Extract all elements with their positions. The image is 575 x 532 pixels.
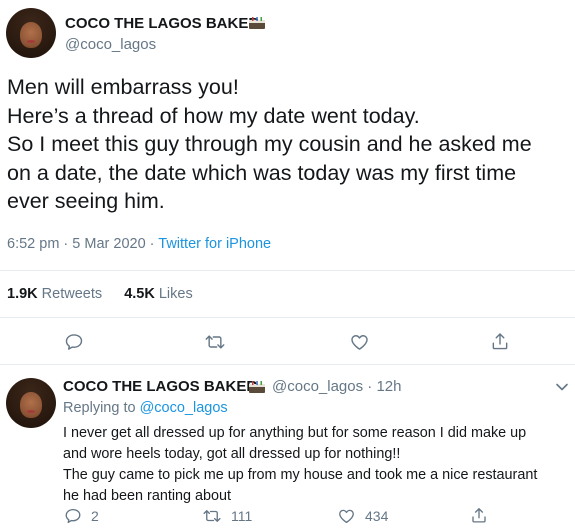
tweet-source[interactable]: Twitter for iPhone bbox=[158, 236, 271, 252]
share-icon bbox=[492, 333, 508, 350]
retweet-button[interactable] bbox=[204, 332, 226, 352]
tweet-line: So I meet this guy through my cousin and… bbox=[7, 132, 532, 156]
reply-button[interactable]: 2 bbox=[64, 507, 99, 525]
reply-line: he had been ranting about bbox=[63, 488, 232, 504]
avatar[interactable] bbox=[6, 378, 56, 428]
retweets-count: 1.9K bbox=[7, 286, 38, 302]
replying-to: Replying to @coco_lagos bbox=[63, 400, 228, 416]
reply-author-name[interactable]: COCO THE LAGOS BAKER bbox=[63, 378, 257, 395]
share-button[interactable] bbox=[470, 506, 488, 525]
like-count: 434 bbox=[365, 508, 389, 524]
share-button[interactable] bbox=[490, 331, 510, 352]
likes-stat[interactable]: 4.5K Likes bbox=[124, 286, 193, 302]
tweet-line: Here’s a thread of how my date went toda… bbox=[7, 103, 420, 128]
reply-author-handle: @coco_lagos · 12h bbox=[272, 378, 402, 395]
retweet-icon bbox=[203, 510, 221, 522]
cake-icon bbox=[249, 381, 265, 393]
reply-time[interactable]: 12h bbox=[376, 378, 401, 395]
tweet-line: on a date, the date which was today was … bbox=[7, 160, 517, 185]
reply-icon bbox=[65, 334, 83, 350]
cake-icon bbox=[249, 17, 265, 29]
retweets-stat[interactable]: 1.9K Retweets bbox=[7, 286, 102, 302]
chevron-down-icon[interactable] bbox=[555, 382, 569, 392]
replying-mention[interactable]: @coco_lagos bbox=[140, 400, 228, 416]
like-button[interactable] bbox=[349, 332, 370, 352]
reply-line: The guy came to pick me up from my house… bbox=[63, 467, 538, 483]
heart-icon bbox=[351, 335, 368, 350]
tweet-text: Men will embarrass you! Here’s a thread … bbox=[7, 73, 567, 216]
retweets-label: Retweets bbox=[41, 286, 103, 302]
divider bbox=[0, 364, 575, 365]
divider bbox=[0, 270, 575, 271]
reply-count: 2 bbox=[91, 508, 99, 524]
reply-icon bbox=[65, 508, 81, 524]
reply-handle-link[interactable]: @coco_lagos bbox=[272, 378, 363, 395]
retweet-button[interactable]: 111 bbox=[202, 507, 252, 525]
tweet-line: Men will embarrass you! bbox=[7, 75, 239, 99]
likes-label: Likes bbox=[158, 286, 193, 302]
share-icon bbox=[472, 508, 486, 523]
tweet-date[interactable]: 5 Mar 2020 bbox=[72, 236, 145, 252]
tweet-meta: 6:52 pm · 5 Mar 2020 · Twitter for iPhon… bbox=[7, 236, 271, 252]
meta-separator: · bbox=[363, 378, 377, 395]
retweet-icon bbox=[205, 335, 225, 349]
likes-count: 4.5K bbox=[124, 286, 155, 302]
retweet-count: 111 bbox=[231, 508, 253, 524]
avatar-lips bbox=[27, 410, 35, 413]
tweet-time[interactable]: 6:52 pm bbox=[7, 236, 59, 252]
meta-separator: · bbox=[145, 236, 159, 252]
avatar-face bbox=[20, 22, 42, 48]
reply-button[interactable] bbox=[64, 332, 84, 352]
author-handle[interactable]: @coco_lagos bbox=[65, 36, 156, 53]
tweet-stats: 1.9K Retweets 4.5K Likes bbox=[7, 286, 193, 302]
tweet-line: ever seeing him. bbox=[7, 189, 165, 213]
avatar-face bbox=[20, 392, 42, 418]
reply-line: and wore heels today, got all dressed up… bbox=[63, 446, 401, 462]
avatar-lips bbox=[27, 40, 35, 43]
heart-icon bbox=[339, 509, 354, 524]
avatar[interactable] bbox=[6, 8, 56, 58]
divider bbox=[0, 317, 575, 318]
author-name[interactable]: COCO THE LAGOS BAKER bbox=[65, 15, 259, 32]
like-button[interactable]: 434 bbox=[337, 507, 388, 525]
reply-line: I never get all dressed up for anything … bbox=[63, 425, 527, 441]
main-tweet: COCO THE LAGOS BAKER @coco_lagos Men wil… bbox=[0, 0, 575, 365]
reply-text: I never get all dressed up for anything … bbox=[63, 423, 568, 507]
replying-label: Replying to bbox=[63, 400, 136, 416]
meta-separator: · bbox=[59, 236, 73, 252]
